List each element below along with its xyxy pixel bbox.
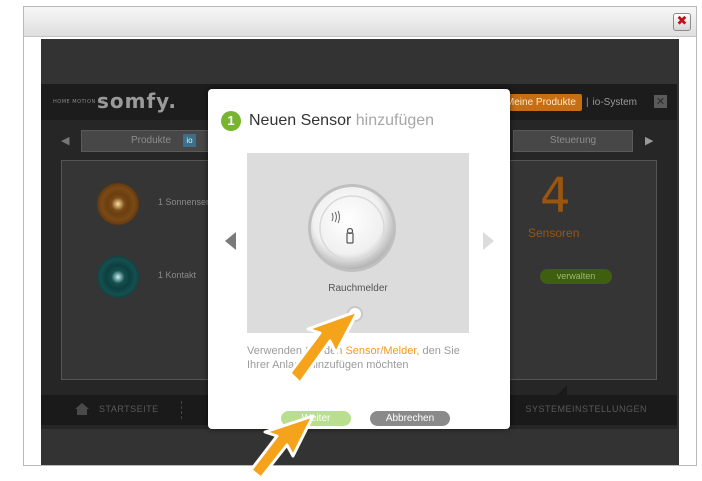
lightbox-titlebar: ✖ [24,7,696,37]
close-button[interactable]: ✖ [673,13,691,31]
app-stage: HOME MOTION BY somfy. Meine Produkte | i… [41,39,679,465]
my-products-link[interactable]: Meine Produkte [499,93,582,111]
tab-next-icon[interactable]: ▶ [645,134,653,147]
dialog-title-main: Neuen Sensor [249,112,352,129]
dialog-title-accent: hinzufügen [355,112,435,129]
header-separator: | [585,96,589,108]
device-label: Rauchmelder [328,283,388,294]
sensor-count-label: Sensoren [528,226,580,240]
sensor-label-contact: 1 Kontakt [158,270,197,280]
system-settings-link[interactable]: SYSTEMEINSTELLUNGEN [525,404,647,414]
instruction-before: Verwenden Sie den [247,345,346,357]
add-sensor-dialog: 1 Neuen Sensor hinzufügen Rauchmelder Ve… [208,89,510,429]
app-close-icon[interactable]: ✕ [654,95,667,108]
device-carousel: Rauchmelder [247,153,469,333]
cancel-button[interactable]: Abbrechen [370,411,450,426]
smoke-detector-icon [308,184,396,272]
next-device-arrow-icon[interactable] [483,232,494,250]
home-link[interactable]: STARTSEITE [99,404,159,414]
instruction-text: Verwenden Sie den Sensor/Melder, den Sie… [247,344,471,372]
somfy-logo: somfy. [97,89,177,113]
footer-divider [181,401,182,419]
sensor-count: 4 [540,168,571,224]
io-system-link[interactable]: io-System [593,97,637,108]
sun-sensor-icon [97,183,139,225]
header-links: Meine Produkte | io-System [499,93,637,111]
tab-products-label: Produkte [130,135,172,146]
home-icon [75,403,89,415]
manage-button[interactable]: verwalten [540,269,612,284]
dialog-title: Neuen Sensor hinzufügen [249,111,434,131]
lightbox-window: ✖ HOME MOTION BY somfy. Meine Produkte |… [23,6,697,466]
tab-prev-icon[interactable]: ◀ [61,134,69,147]
previous-device-arrow-icon[interactable] [225,232,236,250]
device-select-radio[interactable] [347,306,363,322]
step-number-badge: 1 [221,111,241,131]
io-badge-icon: io [183,134,196,147]
tab-control-label: Steuerung [549,135,597,146]
instruction-highlight: Sensor/Melder, [345,345,420,357]
next-button[interactable]: Weiter [281,411,351,426]
tab-control[interactable]: Steuerung [513,130,633,152]
tab-products[interactable]: Produkte io [81,130,221,152]
contact-sensor-icon [97,256,139,298]
footer-notch [555,385,567,397]
